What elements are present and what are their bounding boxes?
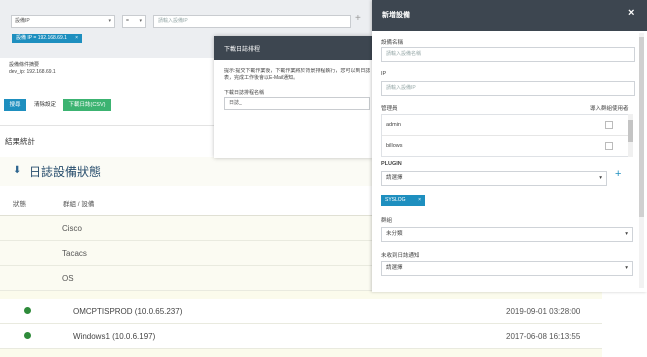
results-label: 結果統計 bbox=[5, 137, 35, 146]
chevron-down-icon: ▾ bbox=[625, 265, 628, 271]
filter-chip-label: 設備 IP = 192.168.69.1 bbox=[16, 35, 67, 41]
plugin-chip-label: SYSLOG bbox=[385, 197, 406, 203]
add-plugin-button[interactable]: + bbox=[615, 168, 621, 180]
dialog-message: 提示:提交下載作業後，下載作業將於背景排程執行，您可以到日誌報 表，完成工作後會… bbox=[224, 68, 370, 82]
group-label: Cisco bbox=[62, 224, 83, 233]
admin-label: 管理員 bbox=[381, 106, 398, 112]
download-dialog: 下載日誌排程 提示:提交下載作業後，下載作業將於背景排程執行，您可以到日誌報 表… bbox=[214, 36, 372, 158]
search-button[interactable]: 搜尋 bbox=[4, 99, 26, 111]
plugin-select[interactable]: 請選擇 ▾ bbox=[381, 171, 607, 186]
plugin-select-value: 請選擇 bbox=[386, 175, 403, 181]
device-name: OMCPTISPROD (10.0.65.237) bbox=[73, 307, 183, 316]
admin-list: admin billows bbox=[381, 114, 629, 157]
operator-select-value: = bbox=[126, 18, 129, 24]
admin-checkbox[interactable] bbox=[605, 121, 613, 129]
close-icon[interactable]: × bbox=[628, 7, 634, 19]
add-filter-button[interactable]: + bbox=[355, 13, 361, 24]
dialog-title: 下載日誌排程 bbox=[224, 47, 261, 53]
filter-chip: 設備 IP = 192.168.69.1 × bbox=[12, 34, 82, 43]
download-icon: ⬇ bbox=[13, 165, 22, 176]
notify-label: 未收到日誌通知 bbox=[381, 253, 420, 259]
device-name-label: 設備名稱 bbox=[381, 40, 404, 46]
device-ip-select-value: 設備IP bbox=[15, 18, 30, 24]
scrollbar-thumb[interactable] bbox=[628, 120, 633, 142]
dialog-message-line: 提示:提交下載作業後，下載作業將於背景排程執行，您可以到日誌報 bbox=[224, 68, 370, 74]
plugin-chip: SYSLOG × bbox=[381, 195, 425, 206]
table-row[interactable]: OMCPTISPROD (10.0.65.237) 2019-09-01 03:… bbox=[0, 299, 602, 324]
device-name: Windows1 (10.0.6.197) bbox=[73, 332, 156, 341]
ip-input[interactable]: 請輸入設備IP bbox=[381, 81, 635, 96]
chevron-down-icon: ▾ bbox=[139, 18, 142, 24]
plugin-label: PLUGIN bbox=[381, 161, 402, 167]
admin-name: billows bbox=[386, 143, 403, 149]
device-time: 2017-06-08 16:13:55 bbox=[506, 332, 581, 341]
download-csv-button[interactable]: 下載日誌(CSV) bbox=[63, 99, 111, 111]
log-panel-title: 日誌設備狀態 bbox=[29, 165, 102, 179]
group-select[interactable]: 未分類 ▾ bbox=[381, 227, 633, 242]
panel-header: 新增設備 × bbox=[372, 0, 647, 31]
notify-select[interactable]: 請選擇 ▾ bbox=[381, 261, 633, 276]
status-dot-icon bbox=[24, 332, 31, 339]
group-select-value: 未分類 bbox=[386, 231, 403, 237]
device-time: 2019-09-01 03:28:00 bbox=[506, 307, 581, 316]
chevron-down-icon: ▾ bbox=[625, 231, 628, 237]
clear-button[interactable]: 清除設定 bbox=[31, 99, 59, 111]
filter-info: 設備條件摘要 dev_ip: 192.168.69.1 bbox=[9, 62, 56, 76]
chevron-down-icon: ▾ bbox=[599, 175, 602, 181]
operator-select[interactable]: = ▾ bbox=[122, 15, 146, 28]
table-row[interactable]: Windows1 (10.0.6.197) 2017-06-08 16:13:5… bbox=[0, 324, 602, 349]
col-status: 狀態 bbox=[13, 201, 26, 208]
schedule-name-input[interactable]: 日誌_ bbox=[224, 97, 370, 110]
list-item[interactable]: admin bbox=[382, 115, 628, 136]
admin-checkbox[interactable] bbox=[605, 142, 613, 150]
panel-scrollbar[interactable] bbox=[639, 33, 644, 288]
close-icon[interactable]: × bbox=[418, 195, 421, 206]
group-label: OS bbox=[62, 274, 74, 283]
filter-info-value: dev_ip: 192.168.69.1 bbox=[9, 69, 56, 75]
device-ip-select[interactable]: 設備IP ▾ bbox=[11, 15, 115, 28]
dialog-message-line: 表，完成工作後會以E-Mail通知。 bbox=[224, 75, 299, 81]
admin-list-scrollbar[interactable] bbox=[628, 114, 633, 157]
close-icon[interactable]: × bbox=[75, 34, 78, 43]
schedule-name-label: 下載日誌排程名稱 bbox=[224, 90, 265, 96]
import-group-users-link[interactable]: 導入群組使用者 bbox=[590, 104, 629, 112]
ip-label: IP bbox=[381, 71, 387, 77]
chevron-down-icon: ▾ bbox=[108, 18, 111, 24]
list-item[interactable]: billows bbox=[382, 136, 628, 157]
ip-search-input[interactable]: 請輸入設備IP bbox=[153, 15, 351, 28]
notify-select-value: 請選擇 bbox=[386, 265, 403, 271]
admin-name: admin bbox=[386, 122, 401, 128]
filter-info-title: 設備條件摘要 bbox=[9, 62, 40, 68]
group-label: 群組 bbox=[381, 218, 393, 224]
device-name-input[interactable]: 請輸入設備名稱 bbox=[381, 47, 635, 62]
status-dot-icon bbox=[24, 307, 31, 314]
col-group: 群組 / 設備 bbox=[63, 201, 95, 208]
dialog-header: 下載日誌排程 bbox=[214, 36, 372, 60]
group-label: Tacacs bbox=[62, 249, 87, 258]
panel-title: 新增設備 bbox=[382, 12, 410, 19]
scrollbar-thumb[interactable] bbox=[639, 37, 644, 217]
add-device-panel: 新增設備 × 設備名稱 請輸入設備名稱 IP 請輸入設備IP 管理員 導入群組使… bbox=[372, 0, 647, 292]
